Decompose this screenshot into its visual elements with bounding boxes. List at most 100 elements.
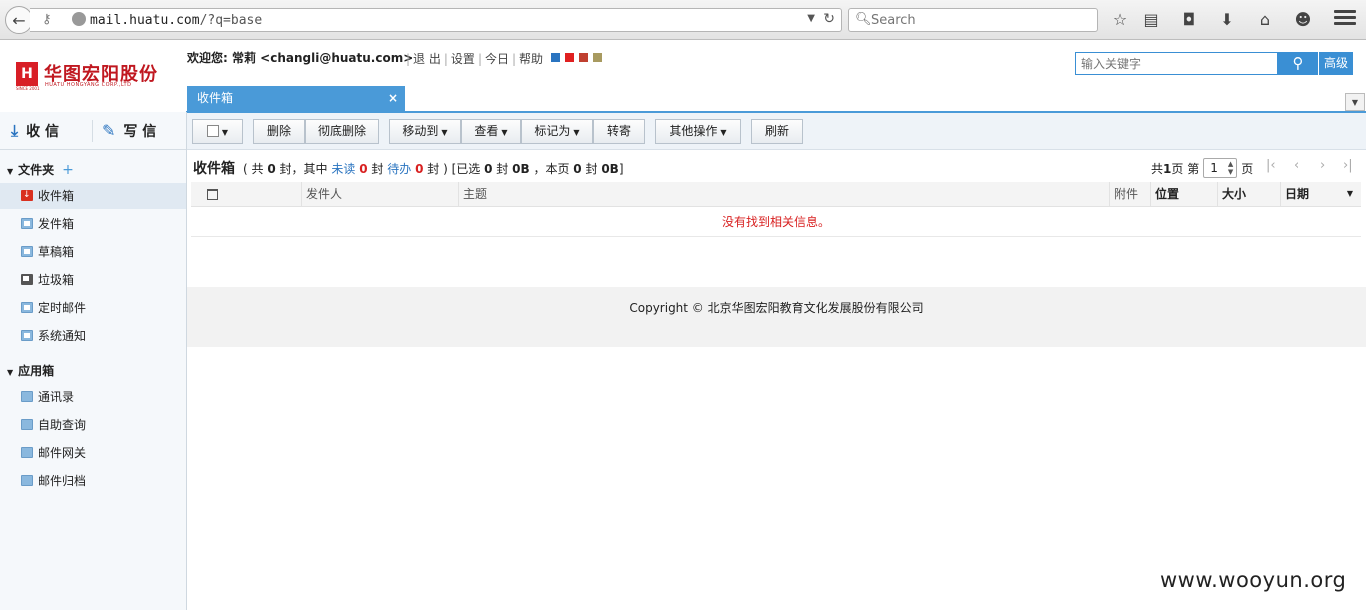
todo-count: 0 xyxy=(415,162,424,176)
column-size[interactable]: 大小 xyxy=(1217,182,1280,207)
sidebar-item-inbox[interactable]: 收件箱 xyxy=(0,182,186,209)
other-actions-label: 其他操作 xyxy=(669,124,718,138)
history-dropdown-icon[interactable]: ▼ xyxy=(807,13,815,24)
app-label: 邮件归档 xyxy=(38,474,87,488)
forward-button[interactable]: 转寄 xyxy=(593,119,645,144)
next-page-icon[interactable]: › xyxy=(1320,158,1325,173)
mark-as-label: 标记为 xyxy=(534,124,571,138)
sidebar-item-scheduled[interactable]: 定时邮件 xyxy=(0,295,186,321)
app-icon xyxy=(21,475,33,486)
sidebar-item-outbox[interactable]: 发件箱 xyxy=(0,211,186,237)
column-subject[interactable]: 主题 xyxy=(458,182,1109,207)
page-count: 0 xyxy=(573,162,582,176)
sidebar: ⤓ 收 信 ✎ 写 信 ▼ 文件夹 + 收件箱 发件箱 草稿箱 垃圾箱 定时邮件 系统通… xyxy=(0,112,187,610)
today-link[interactable]: 今日 xyxy=(485,52,509,66)
app-icon xyxy=(21,447,33,458)
column-sender[interactable]: 发件人 xyxy=(301,182,458,207)
delete-permanent-button[interactable]: 彻底删除 xyxy=(305,119,379,144)
select-all-dropdown[interactable]: ▼ xyxy=(192,119,243,144)
skin-brown[interactable] xyxy=(579,53,588,62)
sidebar-item-mail-gateway[interactable]: 邮件网关 xyxy=(0,440,186,466)
prev-page-icon[interactable]: ‹ xyxy=(1294,158,1299,173)
app-icon xyxy=(21,419,33,430)
pager-text: 页 xyxy=(1241,162,1254,176)
home-icon[interactable]: ⌂ xyxy=(1254,10,1276,30)
column-options-icon[interactable] xyxy=(207,189,218,200)
first-page-icon[interactable]: |‹ xyxy=(1266,158,1276,173)
summary-text: 封 xyxy=(371,162,384,176)
folders-header[interactable]: ▼ 文件夹 + xyxy=(7,161,74,178)
pocket-icon[interactable]: ◘ xyxy=(1178,10,1200,30)
last-page-icon[interactable]: ›| xyxy=(1343,158,1353,173)
mark-as-button[interactable]: 标记为 ▼ xyxy=(521,119,593,144)
selected-size: 0B xyxy=(512,162,530,176)
column-attachment[interactable]: 附件 xyxy=(1109,182,1150,207)
receive-mail-button[interactable]: ⤓ 收 信 xyxy=(11,121,59,141)
inbox-icon xyxy=(21,182,33,208)
search-icon: 🔍︎ xyxy=(855,12,872,27)
mail-search-input[interactable] xyxy=(1076,53,1277,74)
unread-link[interactable]: 未读 xyxy=(331,162,355,176)
edit-icon: ✎ xyxy=(102,121,116,140)
browser-search-input[interactable] xyxy=(871,11,1091,29)
back-button[interactable]: ← xyxy=(5,6,33,34)
caret-down-icon: ▼ xyxy=(501,128,508,137)
download-icon[interactable]: ⬇ xyxy=(1216,10,1238,30)
empty-message: 没有找到相关信息。 xyxy=(191,207,1361,237)
logo-year: SINCE 2001 xyxy=(16,86,40,91)
menu-icon[interactable] xyxy=(1334,10,1356,30)
other-actions-button[interactable]: 其他操作 ▼ xyxy=(655,119,741,144)
page-number-stepper[interactable]: 1 ▲ ▼ xyxy=(1203,158,1238,178)
todo-link[interactable]: 待办 xyxy=(387,162,411,176)
delete-button[interactable]: 删除 xyxy=(253,119,305,144)
reading-list-icon[interactable]: ▤ xyxy=(1140,10,1162,30)
top-links: | 退 出 | 设置 | 今日 | 帮助 xyxy=(406,52,544,66)
browser-search-box[interactable]: 🔍︎ xyxy=(848,8,1098,32)
sidebar-item-drafts[interactable]: 草稿箱 xyxy=(0,239,186,265)
skin-red[interactable] xyxy=(565,53,574,62)
settings-link[interactable]: 设置 xyxy=(451,52,475,66)
view-button[interactable]: 查看 ▼ xyxy=(461,119,521,144)
sidebar-item-self-query[interactable]: 自助查询 xyxy=(0,412,186,438)
url-host: mail.huatu.com xyxy=(90,13,200,28)
mailbox-summary: 收件箱 ( 共 0 封，其中 未读 0 封 待办 0 封 ) [已选 0 封 0B… xyxy=(193,158,624,178)
refresh-button[interactable]: 刷新 xyxy=(751,119,803,144)
app-icon xyxy=(21,391,33,402)
summary-text: ( 共 xyxy=(243,162,264,176)
reload-icon[interactable]: ↻ xyxy=(823,11,835,27)
summary-text: 封，其中 xyxy=(279,162,328,176)
sidebar-item-notices[interactable]: 系统通知 xyxy=(0,323,186,349)
app-label: 自助查询 xyxy=(38,418,87,432)
back-arrow-icon: ← xyxy=(12,10,26,30)
bookmark-star-icon[interactable]: ☆ xyxy=(1109,10,1131,30)
sidebar-item-trash[interactable]: 垃圾箱 xyxy=(0,267,186,293)
receive-label: 收 信 xyxy=(26,124,59,140)
advanced-search-button[interactable]: 高级 xyxy=(1319,52,1353,75)
emoji-icon[interactable]: ☻ xyxy=(1292,10,1314,30)
write-mail-button[interactable]: ✎ 写 信 xyxy=(102,121,156,141)
watermark: www.wooyun.org xyxy=(1160,568,1347,592)
move-to-button[interactable]: 移动到 ▼ xyxy=(389,119,461,144)
app-label: 邮件网关 xyxy=(38,446,87,460)
apps-header[interactable]: ▼ 应用箱 xyxy=(7,362,54,379)
tab-list-dropdown[interactable]: ▼ xyxy=(1345,93,1365,111)
folder-label: 收件箱 xyxy=(38,189,75,203)
folder-label: 系统通知 xyxy=(38,329,87,343)
logout-link[interactable]: 退 出 xyxy=(413,52,441,66)
column-date[interactable]: 日期 ▼ xyxy=(1280,182,1361,207)
help-link[interactable]: 帮助 xyxy=(519,52,543,66)
stepper-arrows-icon[interactable]: ▲ ▼ xyxy=(1228,160,1233,176)
sidebar-item-mail-archive[interactable]: 邮件归档 xyxy=(0,468,186,494)
skin-olive[interactable] xyxy=(593,53,602,62)
apps-title: 应用箱 xyxy=(18,364,55,378)
skin-blue[interactable] xyxy=(551,53,560,62)
close-icon[interactable]: × xyxy=(388,86,398,111)
footer: Copyright © 北京华图宏阳教育文化发展股份有限公司 xyxy=(187,287,1366,347)
mail-search-button[interactable]: ⚲ xyxy=(1278,52,1318,75)
column-location[interactable]: 位置 xyxy=(1150,182,1217,207)
tab-inbox[interactable]: 收件箱 × xyxy=(187,86,405,111)
sidebar-item-contacts[interactable]: 通讯录 xyxy=(0,384,186,410)
selected-count: 0 xyxy=(484,162,493,176)
address-bar[interactable]: ⚷ mail.huatu.com/?q=base ▼ ↻ xyxy=(30,8,842,32)
add-folder-icon[interactable]: + xyxy=(62,162,74,178)
